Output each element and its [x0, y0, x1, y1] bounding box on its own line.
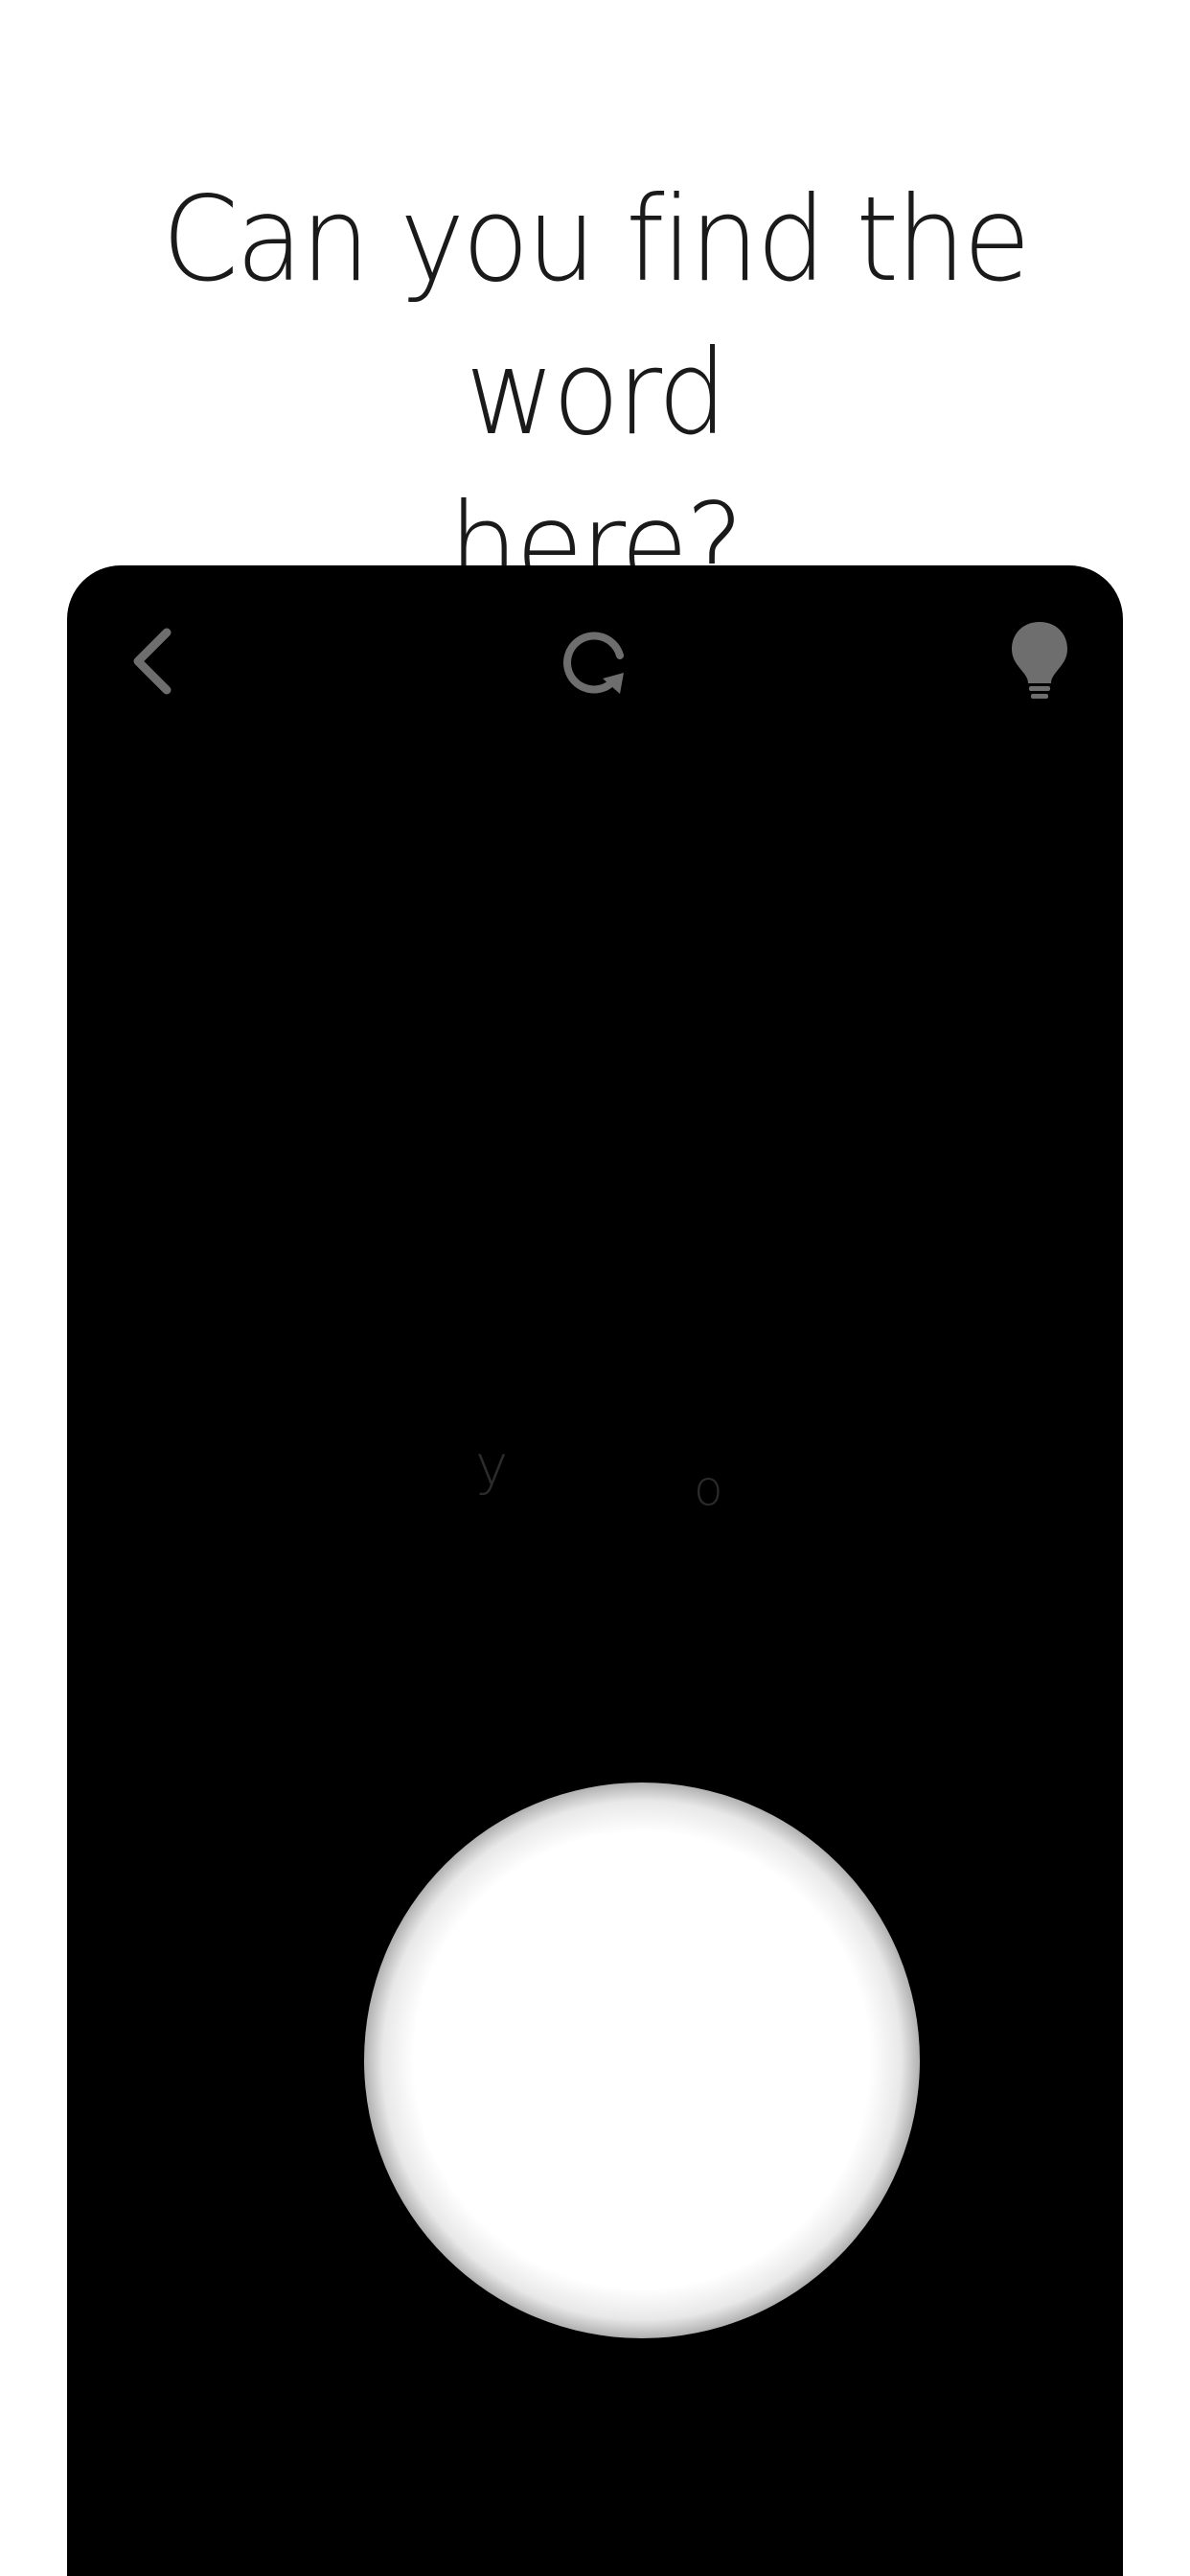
lightbulb-icon	[1012, 622, 1067, 699]
back-button[interactable]	[105, 613, 201, 709]
page-title-line-1: Can you find the word	[162, 172, 1031, 461]
restart-button[interactable]	[547, 613, 643, 709]
restart-icon	[563, 632, 624, 694]
hidden-letter-y: y	[475, 1433, 509, 1498]
flashlight-spotlight[interactable]	[364, 1782, 920, 2338]
hint-button[interactable]	[992, 613, 1087, 709]
page-title: Can you find the word here?	[72, 163, 1118, 623]
game-board[interactable]	[67, 565, 1123, 2576]
chevron-left-icon	[133, 628, 172, 695]
hidden-letter-o: o	[694, 1460, 723, 1516]
